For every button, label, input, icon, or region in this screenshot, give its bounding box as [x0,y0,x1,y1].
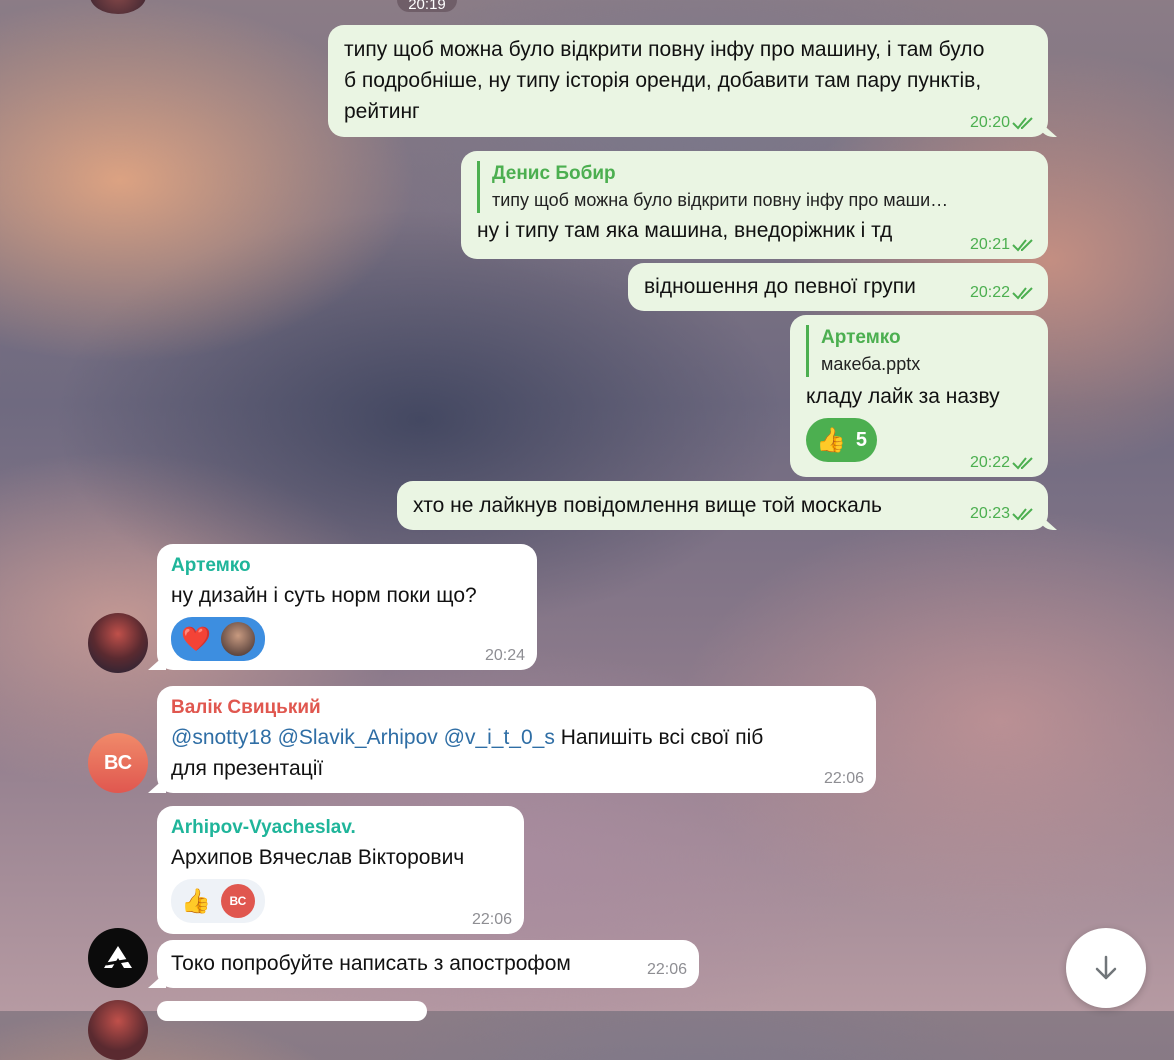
message-text: @snotty18 @Slavik_Arhipov @v_i_t_0_s Нап… [171,722,862,784]
reply-quote[interactable]: Денис Бобир типу щоб можна було відкрити… [477,161,1032,213]
message-incoming[interactable]: Токо попробуйте написать з апострофом 22… [157,940,699,988]
message-text: хто не лайкнув повідомлення вище той мос… [413,494,882,517]
sender-name[interactable]: Артемко [171,552,523,580]
message-meta: 20:22 [970,283,1038,303]
message-meta: 20:20 [970,113,1038,133]
message-incoming[interactable]: Arhipov-Vyacheslav. Архипов Вячеслав Вік… [157,806,524,934]
thumbs-up-icon: 👍 [816,426,846,454]
reply-sender: Денис Бобир [492,163,616,184]
message-time: 22:06 [471,911,512,928]
message-time: 22:06 [646,961,687,978]
message-text: Архипов Вячеслав Вікторович [171,846,465,869]
reply-sender: Артемко [821,327,901,348]
reaction-user-avatar [220,622,255,656]
double-check-icon [1012,239,1033,252]
thumbs-up-icon: 👍 [181,887,211,915]
date-time-pill: 20:19 [397,0,457,13]
mention-link[interactable]: @Slavik_Arhipov [278,726,438,749]
message-outgoing[interactable]: відношення до певної групи 20:22 [628,263,1048,311]
message-incoming-partial[interactable] [157,1001,427,1021]
message-time: 20:21 [969,236,1010,253]
logo-icon [104,946,132,968]
message-outgoing[interactable]: хто не лайкнув повідомлення вище той мос… [397,481,1048,530]
message-time: 20:22 [969,454,1010,471]
sender-name[interactable]: Валік Свицький [171,694,862,722]
double-check-icon [1012,117,1033,130]
avatar-partial-top[interactable] [90,0,146,14]
avatar-artemko[interactable] [88,613,148,673]
avatar-initials: ВС [103,751,133,774]
message-text: Токо попробуйте написать з апострофом [171,952,571,975]
avatar-partial-bottom[interactable] [88,1000,148,1060]
message-incoming[interactable]: Валік Свицький @snotty18 @Slavik_Arhipov… [157,686,876,793]
avatar-valik[interactable]: ВС [88,733,148,793]
reaction-thumbs-up[interactable]: 👍 5 [806,418,878,462]
message-meta: 20:23 [970,504,1038,524]
message-meta: 20:22 [970,453,1038,473]
message-text: ну дизайн і суть норм поки що? [171,584,477,607]
reaction-user-avatar: ВС [220,884,255,918]
scroll-down-button[interactable] [1066,928,1146,1008]
avatar-arhipov[interactable] [88,928,148,988]
double-check-icon [1012,508,1033,521]
scroll-down-arrow-icon [1095,955,1117,980]
message-time: 20:23 [969,505,1010,522]
double-check-icon [1012,457,1033,470]
reaction-count: 5 [855,428,868,451]
reply-snippet: макеба.pptx [821,354,921,374]
message-time: 20:22 [969,284,1010,301]
double-check-icon [1012,287,1033,300]
message-incoming[interactable]: Артемко ну дизайн і суть норм поки що? ❤… [157,544,537,670]
reaction-thumbs-up[interactable]: 👍 ВС [171,879,265,923]
message-text: типу щоб можна було відкрити повну інфу … [344,38,985,123]
message-outgoing[interactable]: Денис Бобир типу щоб можна було відкрити… [461,151,1048,259]
message-time: 20:20 [969,114,1010,131]
message-time: 22:06 [823,770,864,787]
message-outgoing[interactable]: типу щоб можна було відкрити повну інфу … [328,25,1048,137]
message-text: кладу лайк за назву [806,385,1000,408]
heart-icon: ❤️ [181,625,211,653]
mention-link[interactable]: @snotty18 [171,726,272,749]
reply-quote[interactable]: Артемко макеба.pptx [806,325,1032,377]
message-text: ну і типу там яка машина, внедоріжник і … [477,219,893,242]
sender-name[interactable]: Arhipov-Vyacheslav. [171,814,510,842]
message-meta: 20:21 [970,235,1038,255]
message-time: 20:24 [484,647,525,664]
reaction-heart[interactable]: ❤️ [171,617,265,661]
reply-snippet: типу щоб можна було відкрити повну інфу … [492,190,949,210]
mention-link[interactable]: @v_i_t_0_s [444,726,555,749]
message-outgoing[interactable]: Артемко макеба.pptx кладу лайк за назву … [790,315,1048,477]
